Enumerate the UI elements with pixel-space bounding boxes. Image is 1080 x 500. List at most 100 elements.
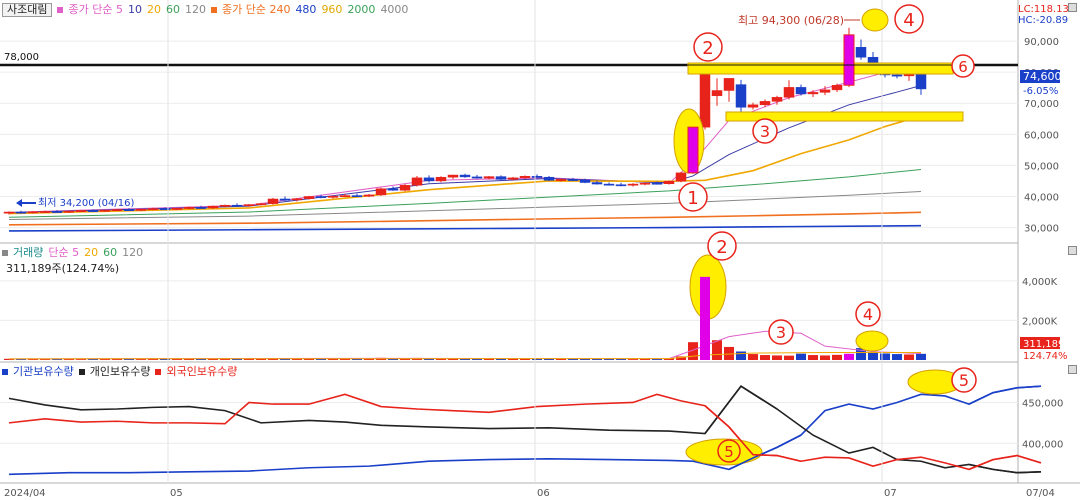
candle-body	[111, 209, 123, 211]
annotation-circle-1: 1	[678, 182, 708, 212]
volume-bar	[808, 355, 818, 360]
candle-body	[195, 207, 207, 209]
current-volume: 311,189	[1023, 339, 1064, 350]
candle-body	[39, 211, 51, 213]
volume-bar	[712, 340, 722, 360]
indiv-label[interactable]: 개인보유수량	[90, 366, 151, 378]
volume-pane-close-icon[interactable]	[1068, 246, 1077, 255]
volume-info: 311,189주(124.74%)	[6, 262, 120, 275]
volume-bar	[892, 354, 902, 360]
candle-body	[759, 101, 771, 106]
candle-body	[747, 104, 759, 108]
candle-body	[771, 97, 783, 102]
candle-body	[51, 211, 63, 213]
annotation-circle-3: 3	[752, 118, 778, 144]
price-tick-label: 50,000	[1024, 161, 1059, 172]
candle-body	[723, 78, 735, 91]
highlighted-volume-bar	[844, 353, 854, 360]
ma-short-label[interactable]: 종가 단순 5	[68, 4, 122, 16]
volume-bar	[796, 353, 806, 360]
candle-body	[807, 92, 819, 95]
ma-short-swatch	[57, 7, 64, 13]
ma-long-label[interactable]: 종가 단순 240	[222, 4, 290, 16]
volume-ma-period-60[interactable]: 60	[103, 247, 117, 259]
volume-bar	[760, 355, 770, 360]
svg-text:5: 5	[724, 443, 734, 461]
highlighted-volume-bar	[700, 276, 710, 360]
x-tick-label: 07	[884, 488, 897, 499]
candle-body	[339, 195, 351, 198]
highlight-ellipse-4	[861, 8, 889, 32]
volume-bar	[904, 354, 914, 360]
candle-body	[315, 196, 327, 198]
hc-value: HC:-20.89	[1018, 15, 1069, 26]
candle-body	[183, 207, 195, 209]
inst-swatch	[2, 369, 8, 375]
candle-body	[435, 176, 447, 182]
candle-body	[735, 84, 747, 108]
x-tick-label: 07/04	[1026, 488, 1055, 499]
candle-body	[63, 210, 75, 213]
pane-close-icon[interactable]	[1068, 3, 1077, 12]
candle-body	[99, 209, 111, 212]
foreign-swatch	[155, 369, 162, 375]
high-marker: 최고 94,300 (06/28)	[738, 14, 860, 27]
current-volume-ratio: 124.74%	[1023, 351, 1068, 362]
candle-body	[471, 176, 483, 179]
holdings-legend: 기관보유수량 개인보유수량 외국인보유수량	[2, 366, 237, 378]
volume-bar	[772, 355, 782, 360]
candle-body	[387, 188, 399, 191]
ma-period-4000[interactable]: 4000	[380, 4, 408, 16]
ma-period-20[interactable]: 20	[147, 4, 161, 16]
candle-body	[483, 176, 495, 179]
annotation-circle-hold-5b: 5	[951, 367, 977, 393]
price-tick-label: 40,000	[1024, 192, 1059, 203]
candle-body	[507, 177, 519, 180]
candle-body	[531, 176, 543, 178]
candle-body	[555, 179, 567, 181]
volume-title[interactable]: 거래량	[13, 247, 43, 259]
chart-title-button[interactable]: 사조대림	[2, 3, 53, 17]
candle-body	[351, 195, 363, 198]
ma-period-120[interactable]: 120	[185, 4, 206, 16]
price-tick-label: 90,000	[1024, 37, 1059, 48]
volume-ma-period-120[interactable]: 120	[122, 247, 143, 259]
ma-period-2000[interactable]: 2000	[347, 4, 375, 16]
candle-body	[243, 204, 255, 207]
highlighted-candle	[687, 126, 699, 174]
ma-period-480[interactable]: 480	[295, 4, 316, 16]
volume-bar	[628, 359, 638, 360]
ma-period-60[interactable]: 60	[166, 4, 180, 16]
candle-body	[675, 172, 687, 182]
annotation-circle-6: 6	[951, 54, 975, 78]
volume-bar	[820, 355, 830, 360]
candle-body	[87, 210, 99, 212]
annotation-circle-2: 2	[693, 32, 723, 62]
candle-body	[459, 174, 471, 178]
candle-body	[423, 177, 435, 182]
ma-long-swatch	[210, 7, 217, 13]
candle-body	[135, 208, 147, 211]
highlighted-candle	[843, 34, 855, 86]
candle-body	[27, 211, 39, 214]
candle-body	[663, 181, 675, 184]
indiv-swatch	[78, 369, 85, 375]
highlight-ellipse-vol-4	[855, 330, 889, 352]
candle-body	[795, 87, 807, 95]
ma-period-960[interactable]: 960	[321, 4, 342, 16]
holdings-pane-close-icon[interactable]	[1068, 365, 1077, 374]
volume-ma-period-20[interactable]: 20	[84, 247, 98, 259]
foreign-label[interactable]: 외국인보유수량	[166, 366, 237, 378]
price-tick-label: 30,000	[1024, 224, 1059, 235]
candle-body	[603, 183, 615, 186]
volume-ma-label[interactable]: 단순 5	[48, 247, 79, 259]
volume-tick-label: 4,000K	[1022, 277, 1058, 288]
volume-bar	[748, 354, 758, 360]
inst-label[interactable]: 기관보유수량	[13, 366, 74, 378]
candle-body	[411, 177, 423, 186]
ma-period-10[interactable]: 10	[128, 4, 142, 16]
volume-bar	[916, 353, 926, 360]
volume-bar	[736, 351, 746, 360]
x-tick-label: 2024/04	[4, 488, 46, 499]
candle-body	[651, 182, 663, 185]
